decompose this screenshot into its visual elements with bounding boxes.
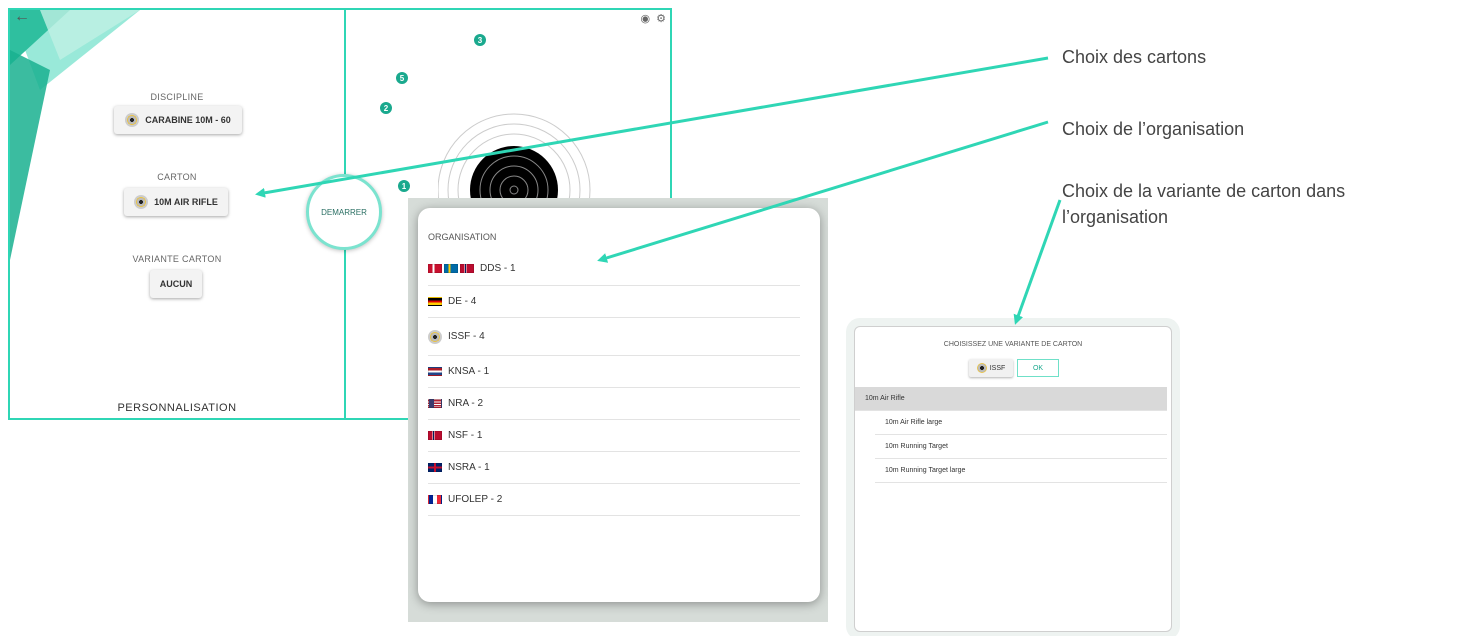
arrow-variant [1013, 199, 1062, 325]
arrow-organisation [597, 120, 1049, 263]
arrow-cartons [255, 56, 1049, 198]
annotation-arrows [255, 56, 1062, 325]
